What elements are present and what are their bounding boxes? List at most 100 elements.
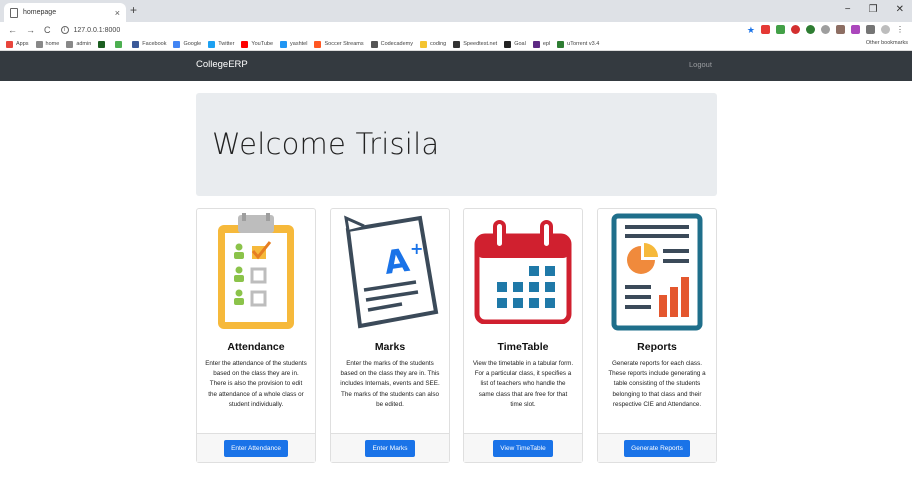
- page-icon: [10, 7, 18, 18]
- card-description: Enter the marks of the students based on…: [340, 360, 440, 408]
- bookmark-icon: [6, 40, 13, 48]
- extension-icon[interactable]: [806, 25, 815, 34]
- generate-reports-button[interactable]: Generate Reports: [624, 439, 690, 457]
- bookmark-label: home: [45, 41, 60, 47]
- bookmark-icon: [314, 40, 322, 48]
- bookmark-label: uTorrent v3.4: [567, 41, 600, 47]
- logout-link[interactable]: Logout: [689, 60, 712, 69]
- browser-tabstrip: homepage × + − ❐ ✕: [0, 0, 912, 22]
- bookmark-label: epl: [542, 41, 551, 47]
- reload-icon[interactable]: C: [44, 25, 51, 35]
- card-description: View the timetable in a tabular form. Fo…: [472, 360, 574, 408]
- bookmark-item[interactable]: yashtel: [280, 40, 308, 48]
- tab-title: homepage: [23, 9, 57, 16]
- bookmark-item[interactable]: [115, 40, 125, 48]
- other-bookmarks[interactable]: Other bookmarks: [861, 40, 908, 46]
- clipboard-checklist-icon: [197, 209, 315, 334]
- card-title: TimeTable: [497, 341, 549, 353]
- extension-icon[interactable]: [821, 25, 830, 34]
- app-navbar: CollegeERP Logout: [0, 51, 912, 81]
- bookmark-item[interactable]: YouTube: [241, 40, 274, 48]
- bookmark-label: Speedtest.net: [463, 41, 498, 47]
- bookmark-icon: [557, 40, 565, 48]
- back-icon[interactable]: ←: [8, 25, 17, 35]
- bookmark-label: yashtel: [290, 41, 308, 47]
- bookmark-icon: [98, 40, 106, 48]
- extension-icon[interactable]: [776, 25, 785, 34]
- extension-icon[interactable]: [836, 25, 845, 34]
- bookmark-item[interactable]: Twitter: [208, 40, 234, 48]
- view-timetable-button[interactable]: View TimeTable: [493, 439, 553, 457]
- browser-tab[interactable]: homepage ×: [4, 3, 126, 22]
- extension-icons: ★ ⋮: [747, 25, 904, 36]
- card-footer: Enter Marks: [331, 433, 449, 462]
- bookmark-item[interactable]: Google: [173, 40, 201, 48]
- card-title: Marks: [374, 341, 406, 353]
- info-icon[interactable]: i: [60, 26, 69, 34]
- bookmark-icon: [532, 40, 540, 48]
- bookmark-item[interactable]: home: [35, 40, 60, 48]
- bookmark-item[interactable]: [98, 40, 108, 48]
- extension-icon[interactable]: [761, 25, 770, 34]
- bookmark-icon: [35, 40, 43, 48]
- bookmark-icon: [370, 40, 378, 48]
- other-bookmarks-label: Other bookmarks: [865, 40, 908, 46]
- address-bar: ← → C i 127.0.0.1:8000 ★ ⋮: [0, 22, 912, 38]
- bookmark-label: coding: [430, 41, 447, 47]
- bookmark-icon: [241, 40, 249, 48]
- bookmark-label: Apps: [16, 41, 29, 47]
- card-description: Generate reports for each class. These r…: [608, 360, 706, 408]
- menu-icon[interactable]: ⋮: [896, 25, 904, 36]
- bookmark-icon: [280, 40, 288, 48]
- extension-icon[interactable]: [851, 25, 860, 34]
- attendance-card: Attendance Enter the attendance of the s…: [196, 208, 316, 463]
- bookmark-icon: [453, 40, 461, 48]
- profile-icon[interactable]: [881, 25, 890, 34]
- bookmark-label: Facebook: [142, 41, 167, 47]
- report-chart-icon: [598, 209, 716, 334]
- bookmark-item[interactable]: Goal: [504, 40, 526, 48]
- extension-icon[interactable]: [866, 25, 875, 34]
- bookmark-item[interactable]: epl: [532, 40, 551, 48]
- bookmark-icon: [66, 40, 74, 48]
- bookmarks-bar: Apps home admin Facebook Google Twitter YouTub…: [0, 38, 912, 51]
- tab-close-icon[interactable]: ×: [115, 8, 120, 18]
- bookmark-icon: [504, 40, 512, 48]
- bookmark-star-icon[interactable]: ★: [747, 25, 755, 36]
- card-footer: Generate Reports: [598, 433, 716, 462]
- forward-icon[interactable]: →: [26, 25, 35, 35]
- bookmark-icon: [132, 40, 140, 48]
- bookmark-label: admin: [76, 41, 92, 47]
- bookmark-item[interactable]: admin: [66, 40, 92, 48]
- graded-paper-icon: A +: [331, 209, 449, 334]
- minimize-button[interactable]: −: [845, 4, 851, 15]
- extension-icon[interactable]: [791, 25, 800, 34]
- url-field[interactable]: 127.0.0.1:8000: [74, 27, 121, 34]
- bookmark-item[interactable]: uTorrent v3.4: [557, 40, 600, 48]
- bookmark-item[interactable]: Soccer Streams: [314, 40, 364, 48]
- bookmark-label: YouTube: [251, 41, 274, 47]
- enter-attendance-button[interactable]: Enter Attendance: [224, 439, 288, 457]
- close-window-button[interactable]: ✕: [896, 4, 904, 15]
- card-title: Reports: [637, 341, 677, 353]
- marks-card: A + Marks Enter the marks of the student…: [330, 208, 450, 463]
- bookmark-item[interactable]: Codecademy: [370, 40, 413, 48]
- bookmark-item[interactable]: Speedtest.net: [453, 40, 498, 48]
- bookmark-icon: [173, 40, 181, 48]
- card-footer: Enter Attendance: [197, 433, 315, 462]
- card-description: Enter the attendance of the students bas…: [205, 360, 307, 408]
- new-tab-button[interactable]: +: [130, 3, 137, 17]
- bookmark-item[interactable]: Facebook: [132, 40, 167, 48]
- welcome-heading: Welcome Trisila: [212, 127, 440, 161]
- bookmark-icon: [420, 40, 428, 48]
- brand-link[interactable]: CollegeERP: [196, 59, 248, 70]
- bookmark-item[interactable]: coding: [420, 40, 447, 48]
- welcome-jumbotron: Welcome Trisila: [196, 93, 717, 196]
- reports-card: Reports Generate reports for each class.…: [597, 208, 717, 463]
- bookmark-item[interactable]: Apps: [6, 40, 29, 48]
- calendar-icon: [464, 209, 582, 334]
- maximize-button[interactable]: ❐: [869, 4, 878, 15]
- bookmark-label: Soccer Streams: [324, 41, 364, 47]
- enter-marks-button[interactable]: Enter Marks: [365, 439, 415, 457]
- timetable-card: TimeTable View the timetable in a tabula…: [463, 208, 583, 463]
